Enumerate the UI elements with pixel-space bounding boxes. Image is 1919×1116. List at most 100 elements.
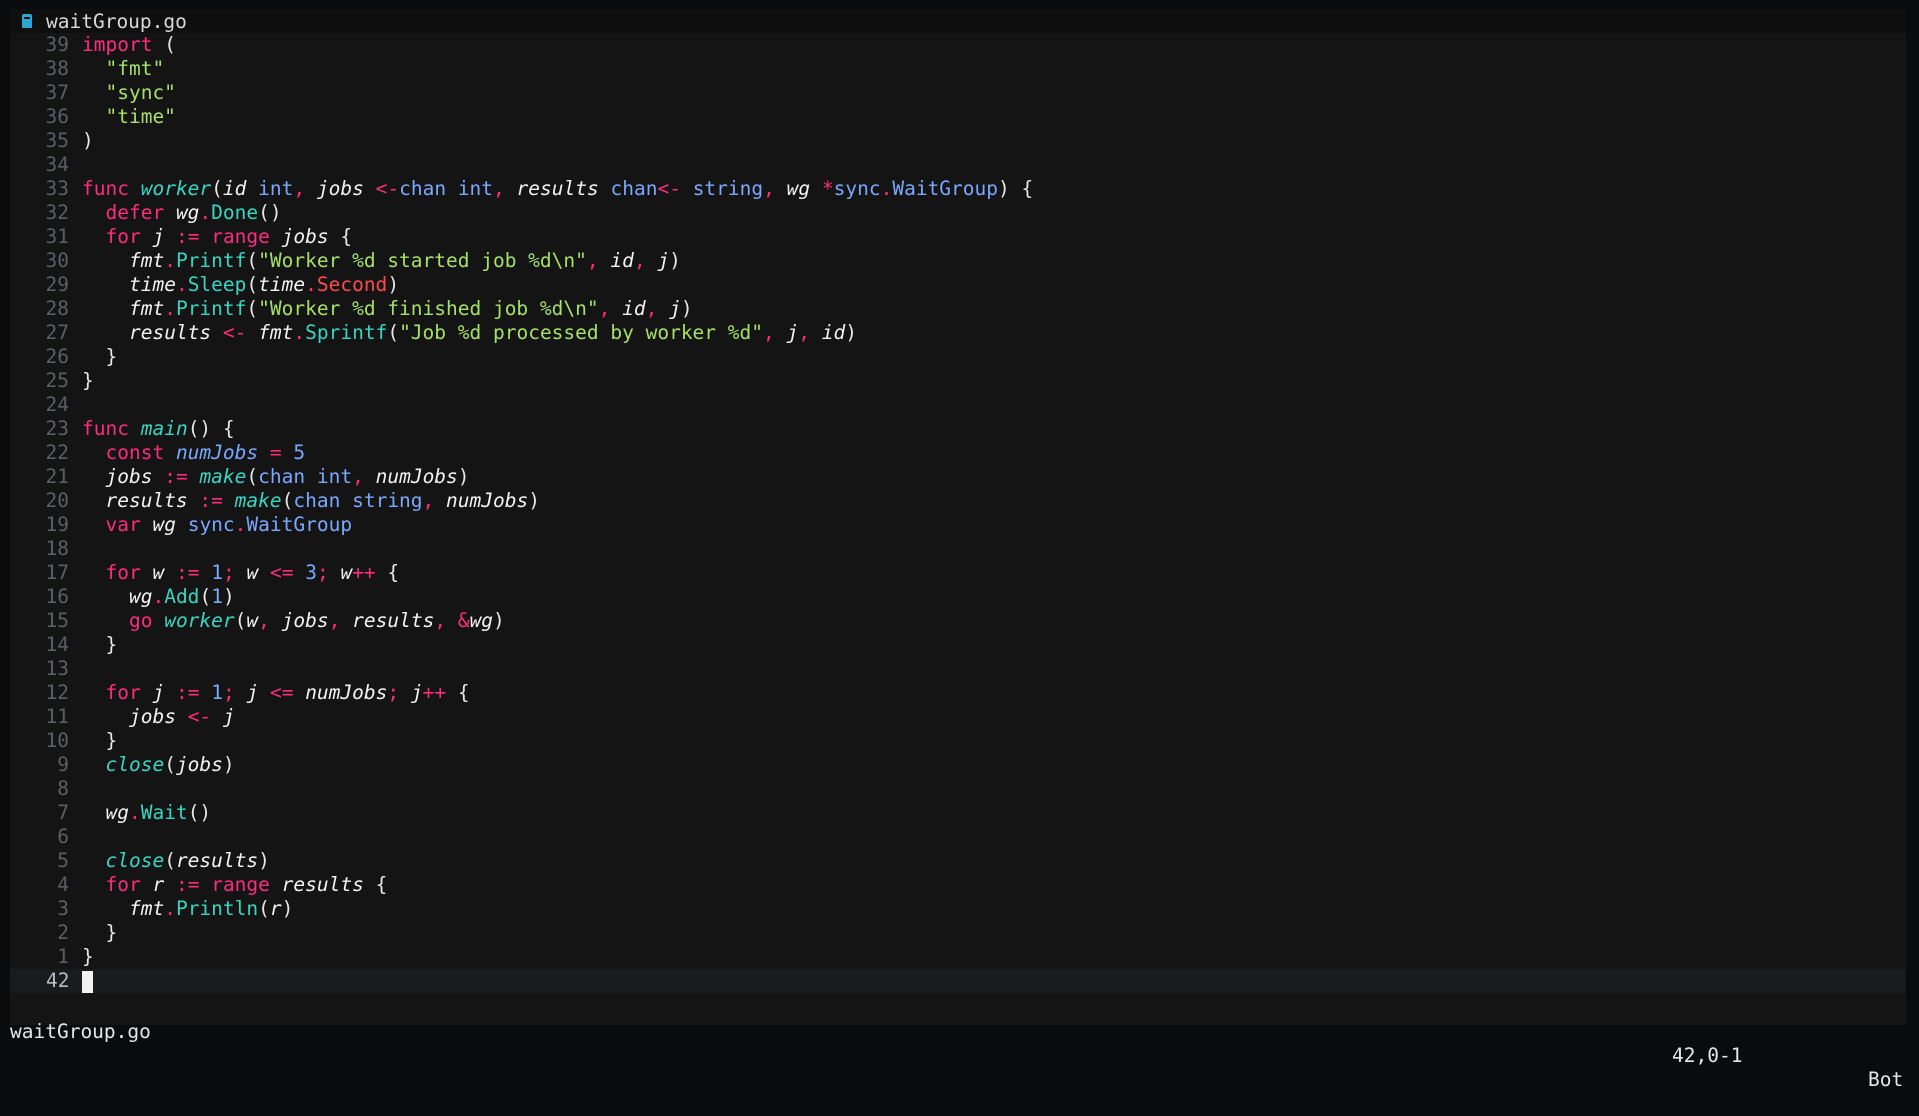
line-number: 3: [57, 897, 69, 920]
code-text: const numJobs = 5: [105, 441, 306, 464]
code-line[interactable]: 22 const numJobs = 5: [10, 441, 306, 465]
code-line[interactable]: 16 wg.Add(1): [10, 585, 235, 609]
line-number: 14: [45, 633, 69, 656]
line-number: 23: [45, 417, 69, 440]
line-number: 24: [45, 393, 69, 416]
code-text: }: [82, 729, 118, 752]
code-line[interactable]: 21 jobs := make(chan int, numJobs): [10, 465, 470, 489]
line-number: 27: [45, 321, 69, 344]
code-line[interactable]: 34: [10, 153, 82, 177]
code-line[interactable]: 4 for r := range results {: [10, 873, 387, 897]
code-text: }: [82, 369, 94, 392]
code-text: wg.Add(1): [128, 585, 235, 608]
file-icon: [22, 14, 32, 28]
code-text: fmt.Printf("Worker %d started job %d\n",…: [128, 249, 681, 272]
code-text: import (: [82, 33, 176, 56]
line-number: 26: [45, 345, 69, 368]
status-line: waitGroup.go 42,0-1 Bot: [10, 996, 1906, 1091]
code-line[interactable]: 1}: [10, 945, 94, 969]
code-line[interactable]: 8: [10, 777, 82, 801]
code-text: ): [82, 129, 94, 152]
code-line[interactable]: 32 defer wg.Done(): [10, 201, 282, 225]
tab-title[interactable]: waitGroup.go: [46, 10, 187, 33]
code-editor[interactable]: 39 import (38 "fmt" 37 "sync" 36 "time" 35) 3…: [10, 33, 1906, 996]
line-number: 20: [45, 489, 69, 512]
code-text: }: [82, 921, 118, 944]
code-text: func main() {: [82, 417, 235, 440]
editor-window: waitGroup.go 39 import (38 "fmt" 37 "sync"…: [10, 9, 1906, 1091]
line-number: 35: [45, 129, 69, 152]
code-text: defer wg.Done(): [105, 201, 282, 224]
code-text: fmt.Printf("Worker %d finished job %d\n"…: [128, 297, 693, 320]
code-line[interactable]: 5 close(results): [10, 849, 270, 873]
code-line[interactable]: 23 func main() {: [10, 417, 235, 441]
code-line[interactable]: 20 results := make(chan string, numJobs): [10, 489, 540, 513]
line-number: 25: [45, 369, 69, 392]
line-number: 9: [57, 753, 69, 776]
line-number: 37: [45, 81, 69, 104]
code-line[interactable]: 36 "time": [10, 105, 176, 129]
code-text: go worker(w, jobs, results, &wg): [128, 609, 505, 632]
code-line[interactable]: 9 close(jobs): [10, 753, 234, 777]
code-text: }: [82, 345, 118, 368]
code-text: }: [82, 945, 94, 968]
line-number: 19: [45, 513, 69, 536]
status-filename: waitGroup.go: [10, 1020, 151, 1043]
code-text: jobs := make(chan int, numJobs): [105, 465, 470, 488]
tabline: waitGroup.go: [10, 9, 1906, 33]
code-text: time.Sleep(time.Second): [128, 273, 400, 296]
code-line[interactable]: 18: [10, 537, 82, 561]
code-line[interactable]: 27 results <- fmt.Sprintf("Job %d proces…: [10, 321, 857, 345]
code-line[interactable]: 11 jobs <- j: [10, 705, 235, 729]
line-number: 10: [45, 729, 69, 752]
text-cursor: [82, 970, 93, 993]
code-text: var wg sync.WaitGroup: [105, 513, 353, 536]
code-text: fmt.Println(r): [128, 897, 294, 920]
code-line[interactable]: 10 }: [10, 729, 118, 753]
line-number: 1: [57, 945, 69, 968]
code-line[interactable]: 35): [10, 129, 94, 153]
line-number: 36: [45, 105, 69, 128]
code-line[interactable]: 12 for j := 1; j <= numJobs; j++ {: [10, 681, 470, 705]
line-number: 16: [45, 585, 69, 608]
code-line[interactable]: 30 fmt.Printf("Worker %d started job %d\…: [10, 249, 681, 273]
line-number: 6: [57, 825, 69, 848]
code-line[interactable]: 2 }: [10, 921, 117, 945]
code-text: for w := 1; w <= 3; w++ {: [105, 561, 400, 584]
code-line[interactable]: 29 time.Sleep(time.Second): [10, 273, 400, 297]
code-line[interactable]: 28 fmt.Printf("Worker %d finished job %d…: [10, 297, 693, 321]
line-number: 2: [57, 921, 69, 944]
code-text: close(results): [105, 849, 270, 872]
code-text: results <- fmt.Sprintf("Job %d processed…: [128, 321, 857, 344]
line-number: 34: [45, 153, 69, 176]
line-number: 17: [45, 561, 69, 584]
code-text: "sync": [105, 81, 176, 104]
code-line[interactable]: 13: [10, 657, 82, 681]
code-line[interactable]: 7 wg.Wait(): [10, 801, 211, 825]
code-line[interactable]: 33 func worker(id int, jobs <-chan int, r…: [10, 177, 1034, 201]
code-text: results := make(chan string, numJobs): [105, 489, 540, 512]
code-line[interactable]: 31 for j := range jobs {: [10, 225, 353, 249]
code-text: wg.Wait(): [105, 801, 212, 824]
line-number: 29: [45, 273, 69, 296]
line-number: 38: [45, 57, 69, 80]
code-line[interactable]: 6: [10, 825, 82, 849]
code-line[interactable]: 15 go worker(w, jobs, results, &wg): [10, 609, 505, 633]
code-line[interactable]: 26 }: [10, 345, 118, 369]
code-line[interactable]: 25}: [10, 369, 94, 393]
line-number: 21: [45, 465, 69, 488]
line-number: 39: [45, 33, 69, 56]
line-number: 18: [45, 537, 69, 560]
code-line[interactable]: 14 }: [10, 633, 118, 657]
code-text: func worker(id int, jobs <-chan int, res…: [82, 177, 1034, 200]
code-line[interactable]: 37 "sync": [10, 81, 176, 105]
line-number: 33: [45, 177, 69, 200]
code-line[interactable]: 19 var wg sync.WaitGroup: [10, 513, 353, 537]
code-line[interactable]: 24: [10, 393, 82, 417]
current-line[interactable]: 42: [10, 969, 1906, 993]
code-line[interactable]: 17 for w := 1; w <= 3; w++ {: [10, 561, 400, 585]
code-text: for j := range jobs {: [105, 225, 353, 248]
code-line[interactable]: 3 fmt.Println(r): [10, 897, 293, 921]
code-line[interactable]: 39 import (: [10, 33, 176, 57]
code-line[interactable]: 38 "fmt": [10, 57, 165, 81]
